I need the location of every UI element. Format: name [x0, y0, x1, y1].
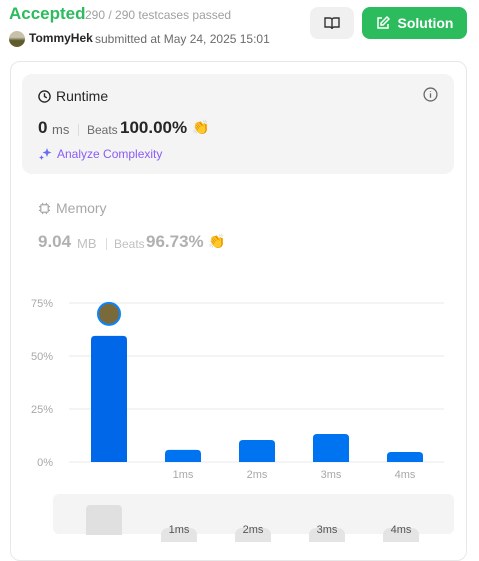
- navigator-handle[interactable]: [86, 505, 122, 535]
- info-icon[interactable]: [423, 87, 438, 107]
- analyze-complexity-link[interactable]: Analyze Complexity: [38, 147, 162, 161]
- runtime-unit: ms: [52, 122, 70, 137]
- clock-icon: [38, 89, 51, 103]
- runtime-beats-value: 100.00%: [120, 118, 188, 137]
- username[interactable]: TommyHek: [29, 31, 93, 45]
- navigator-label: 3ms: [309, 524, 345, 542]
- memory-label[interactable]: Memory: [38, 200, 107, 216]
- runtime-value: 0: [38, 118, 48, 137]
- runtime-beats-label: Beats: [87, 123, 118, 137]
- bar: [313, 434, 349, 462]
- memory-title: Memory: [56, 200, 107, 216]
- divider: [106, 238, 107, 250]
- y-tick-label: 0%: [37, 457, 53, 469]
- memory-beats-value: 96.73%: [146, 232, 204, 251]
- clap-icon: 👏: [192, 119, 210, 135]
- divider: [78, 124, 79, 136]
- y-tick-label: 75%: [31, 298, 53, 310]
- solution-button[interactable]: Solution: [362, 7, 467, 39]
- navigator-label: 1ms: [161, 524, 197, 542]
- edit-icon: [376, 16, 390, 29]
- runtime-label: Runtime: [38, 88, 108, 104]
- memory-beats-label: Beats: [114, 237, 145, 251]
- x-tick-label: 4ms: [395, 469, 416, 481]
- x-tick-label: 1ms: [173, 469, 194, 481]
- analyze-label: Analyze Complexity: [57, 147, 163, 161]
- memory-value: 9.04: [38, 232, 72, 251]
- y-tick-label: 25%: [31, 404, 53, 416]
- memory-unit: MB: [77, 236, 97, 251]
- chip-icon: [38, 202, 51, 214]
- submitted-time: submitted at May 24, 2025 15:01: [95, 32, 270, 46]
- testcases-passed: 290 / 290 testcases passed: [85, 8, 232, 22]
- book-icon: [324, 17, 340, 30]
- bar: [165, 449, 201, 462]
- sparkle-icon: [39, 148, 52, 160]
- y-tick-label: 50%: [31, 351, 53, 363]
- editorial-button[interactable]: [310, 7, 354, 39]
- avatar[interactable]: [9, 31, 25, 47]
- user-avatar-marker: [97, 301, 121, 326]
- clap-icon: 👏: [208, 233, 226, 249]
- x-tick-label: 2ms: [247, 469, 268, 481]
- navigator-label: 4ms: [383, 524, 419, 542]
- bar: [387, 452, 423, 462]
- solution-label: Solution: [397, 15, 454, 31]
- x-tick-label: 3ms: [321, 469, 342, 481]
- bar: [239, 439, 275, 462]
- navigator-label: 2ms: [235, 524, 271, 542]
- bar: [91, 335, 127, 462]
- runtime-title: Runtime: [56, 88, 109, 104]
- status-accepted: Accepted: [9, 4, 86, 23]
- runtime-distribution-chart: 0% 25% 50% 75% 1ms 2ms 3ms 4ms: [31, 298, 444, 481]
